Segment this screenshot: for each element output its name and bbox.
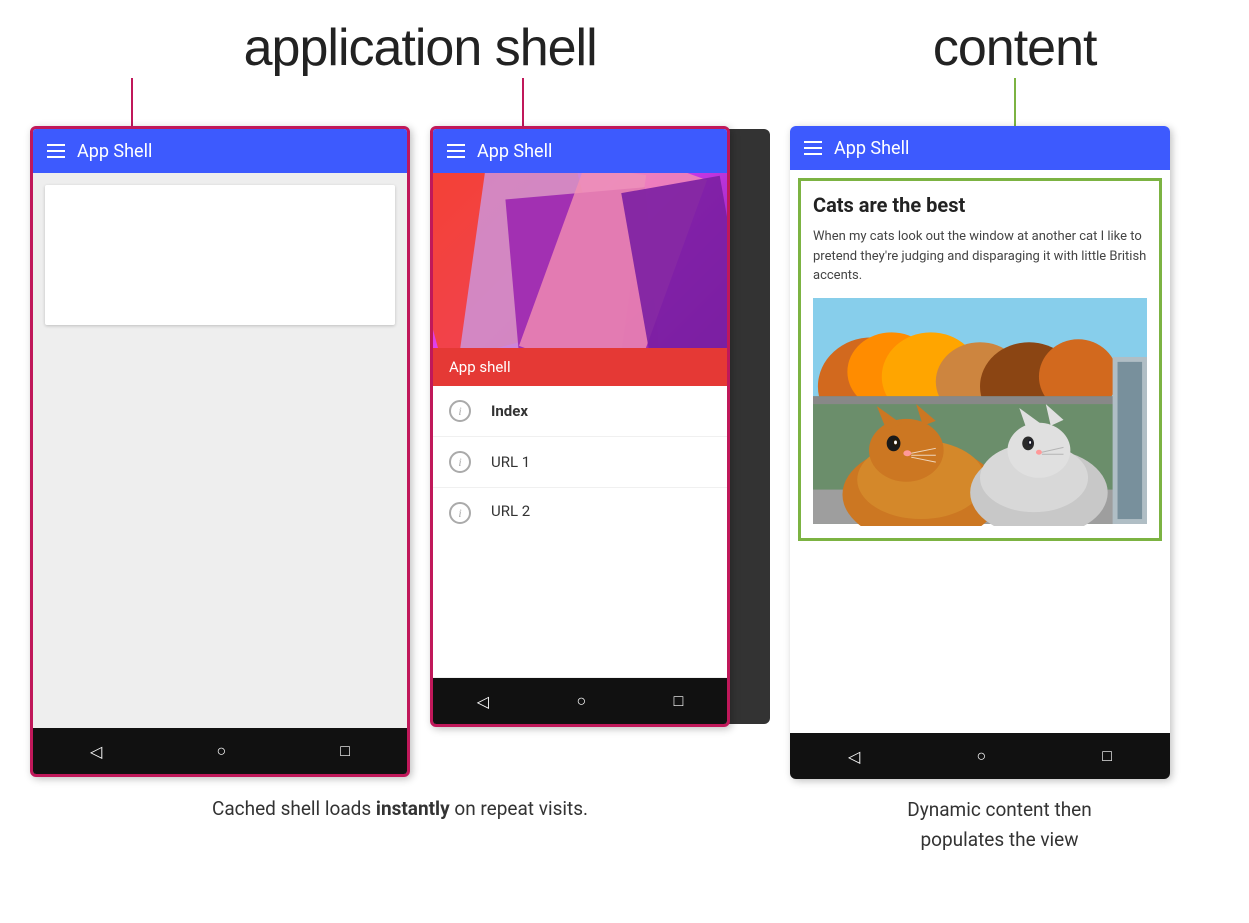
info-icon-index: i — [449, 400, 471, 422]
drawer-label-index: Index — [491, 402, 528, 420]
phone3-body: Cats are the best When my cats look out … — [790, 178, 1170, 733]
phone2-appbar: App Shell — [433, 129, 727, 173]
phone1-bottomnav: ◁ ○ □ — [33, 728, 407, 774]
home-btn3[interactable]: ○ — [976, 746, 986, 766]
back-btn2[interactable]: ◁ — [477, 692, 489, 711]
recent-btn2[interactable]: □ — [674, 691, 684, 711]
hamburger-icon — [47, 144, 65, 158]
drawer-label-url2: URL 2 — [491, 502, 530, 520]
back-btn3[interactable]: ◁ — [848, 747, 860, 766]
connector-line-phone3 — [1014, 78, 1016, 126]
recent-btn3[interactable]: □ — [1102, 746, 1112, 766]
cat-image — [813, 296, 1147, 526]
green-content-box: Cats are the best When my cats look out … — [798, 178, 1162, 541]
phone3-bottomnav: ◁ ○ □ — [790, 733, 1170, 779]
content-text: When my cats look out the window at anot… — [813, 227, 1147, 286]
phone3-title: App Shell — [834, 138, 909, 159]
content-heading: content — [933, 18, 1097, 78]
recent-btn[interactable]: □ — [340, 741, 350, 761]
home-btn[interactable]: ○ — [216, 741, 226, 761]
phone2: App Shell App shell i Index — [430, 126, 730, 727]
phone1-title: App Shell — [77, 141, 152, 162]
info-icon-url2: i — [449, 502, 471, 524]
drawer-item-url2[interactable]: i URL 2 — [433, 488, 727, 678]
phone1: App Shell ◁ ○ □ — [30, 126, 410, 777]
info-icon-url1: i — [449, 451, 471, 473]
drawer-shadow-panel — [728, 129, 770, 724]
phone1-body — [33, 173, 407, 728]
drawer-label-bar: App shell — [433, 348, 727, 386]
right-caption: Dynamic content then populates the view — [907, 795, 1091, 856]
left-caption: Cached shell loads instantly on repeat v… — [212, 795, 588, 856]
phone2-title: App Shell — [477, 141, 552, 162]
connector-line-phone1 — [131, 78, 133, 126]
phone2-bottomnav: ◁ ○ □ — [433, 678, 727, 724]
drawer-label-url1: URL 1 — [491, 453, 530, 471]
content-placeholder — [45, 185, 395, 325]
phone3-appbar: App Shell — [790, 126, 1170, 170]
phone2-hero — [433, 173, 727, 348]
phone1-appbar: App Shell — [33, 129, 407, 173]
drawer-item-url1[interactable]: i URL 1 — [433, 437, 727, 488]
home-btn2[interactable]: ○ — [576, 691, 586, 711]
app-shell-heading: application shell — [244, 18, 597, 78]
hamburger-icon2 — [447, 144, 465, 158]
phone3: App Shell Cats are the best When my cats… — [790, 126, 1170, 779]
drawer-item-index[interactable]: i Index — [433, 386, 727, 437]
hamburger-icon3 — [804, 141, 822, 155]
back-btn[interactable]: ◁ — [90, 742, 102, 761]
connector-line-phone2 — [522, 78, 524, 126]
content-title: Cats are the best — [813, 193, 1147, 217]
